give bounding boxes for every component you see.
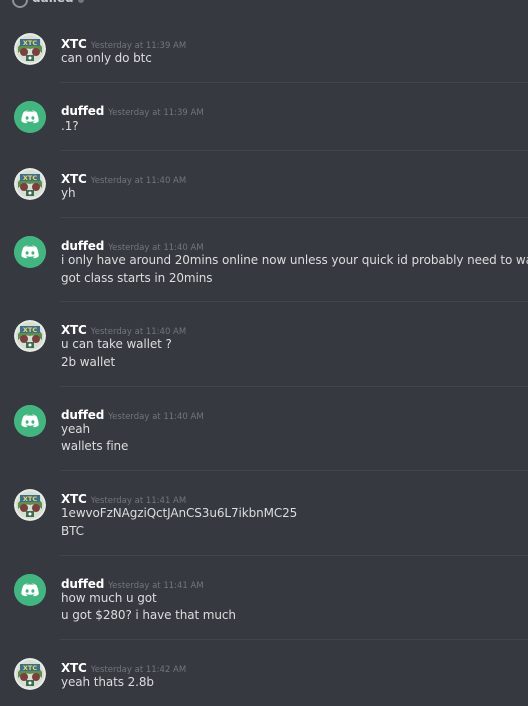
message-text: how much u got: [61, 591, 157, 605]
message-divider: [60, 82, 528, 83]
author-name[interactable]: duffed: [61, 104, 104, 118]
timestamp: Yesterday at 11:40 AM: [90, 327, 187, 337]
discord-logo-icon[interactable]: [14, 101, 46, 133]
discord-logo-icon[interactable]: [14, 236, 46, 268]
message-header: duffed Yesterday at 11:41 AM: [61, 573, 204, 591]
timestamp: Yesterday at 11:40 AM: [90, 176, 187, 186]
message-text: BTC: [61, 524, 84, 538]
timestamp: Yesterday at 11:39 AM: [108, 108, 204, 118]
author-name[interactable]: XTC: [61, 492, 87, 506]
author-name[interactable]: XTC: [61, 323, 87, 337]
svg-text:XTC: XTC: [23, 174, 37, 182]
message-text: yh: [61, 186, 76, 200]
message-header: XTC Yesterday at 11:40 AM: [61, 319, 187, 337]
message-header: duffed Yesterday at 11:40 AM: [61, 235, 204, 253]
channel-icon: [12, 0, 28, 8]
message-divider: [60, 555, 528, 556]
svg-text:XTC: XTC: [23, 39, 37, 47]
xtc-avatar-icon[interactable]: XTC: [14, 658, 46, 690]
svg-text:XTC: XTC: [23, 664, 37, 672]
channel-name: dalled: [32, 0, 74, 5]
message-header: duffed Yesterday at 11:39 AM: [61, 100, 204, 118]
xtc-avatar-icon[interactable]: XTC: [14, 489, 46, 521]
message-text: can only do btc: [61, 51, 152, 65]
author-name[interactable]: duffed: [61, 408, 104, 422]
timestamp: Yesterday at 11:41 AM: [90, 496, 187, 506]
message-header: XTC Yesterday at 11:42 AM: [61, 657, 187, 675]
message-text: yeah thats 2.8b: [61, 675, 154, 689]
status-dot: [78, 0, 84, 3]
author-name[interactable]: duffed: [61, 239, 104, 253]
author-name[interactable]: XTC: [61, 172, 87, 186]
timestamp: Yesterday at 11:41 AM: [108, 581, 204, 591]
timestamp: Yesterday at 11:40 AM: [108, 243, 204, 253]
message-header: XTC Yesterday at 11:39 AM: [61, 33, 187, 51]
timestamp: Yesterday at 11:40 AM: [108, 412, 204, 422]
svg-text:XTC: XTC: [23, 495, 37, 503]
message-text: u got $280? i have that much: [61, 608, 236, 622]
message-text: wallets fine: [61, 439, 129, 453]
message-text: u can take wallet ?: [61, 337, 172, 351]
message-header: duffed Yesterday at 11:40 AM: [61, 404, 204, 422]
xtc-avatar-icon[interactable]: XTC: [14, 33, 46, 65]
xtc-avatar-icon[interactable]: XTC: [14, 168, 46, 200]
message-header: XTC Yesterday at 11:41 AM: [61, 488, 187, 506]
xtc-avatar-icon[interactable]: XTC: [14, 320, 46, 352]
message-header: XTC Yesterday at 11:40 AM: [61, 168, 187, 186]
author-name[interactable]: XTC: [61, 661, 87, 675]
message-text: .1?: [61, 119, 79, 133]
chat-messages: dalled XTC XTCYesterday at 11:39 AM can …: [0, 0, 528, 706]
svg-text:XTC: XTC: [23, 326, 37, 334]
message-text: got class starts in 20mins: [61, 271, 213, 285]
message-divider: [60, 386, 528, 387]
discord-logo-icon[interactable]: [14, 405, 46, 437]
message-divider: [60, 639, 528, 640]
message-text: yeah: [61, 422, 91, 436]
author-name[interactable]: XTC: [61, 37, 87, 51]
discord-logo-icon[interactable]: [14, 574, 46, 606]
message-text: i only have around 20mins online now unl…: [61, 253, 528, 267]
message-divider: [60, 217, 528, 218]
message-divider: [60, 470, 528, 471]
timestamp: Yesterday at 11:39 AM: [90, 41, 187, 51]
timestamp: Yesterday at 11:42 AM: [90, 665, 187, 675]
message-divider: [60, 301, 528, 302]
message-divider: [60, 150, 528, 151]
message-text: 2b wallet: [61, 355, 116, 369]
channel-header: dalled: [0, 0, 528, 8]
message-text: 1ewvoFzNAgziQctJAnCS3u6L7ikbnMC25: [61, 506, 298, 520]
author-name[interactable]: duffed: [61, 577, 104, 591]
